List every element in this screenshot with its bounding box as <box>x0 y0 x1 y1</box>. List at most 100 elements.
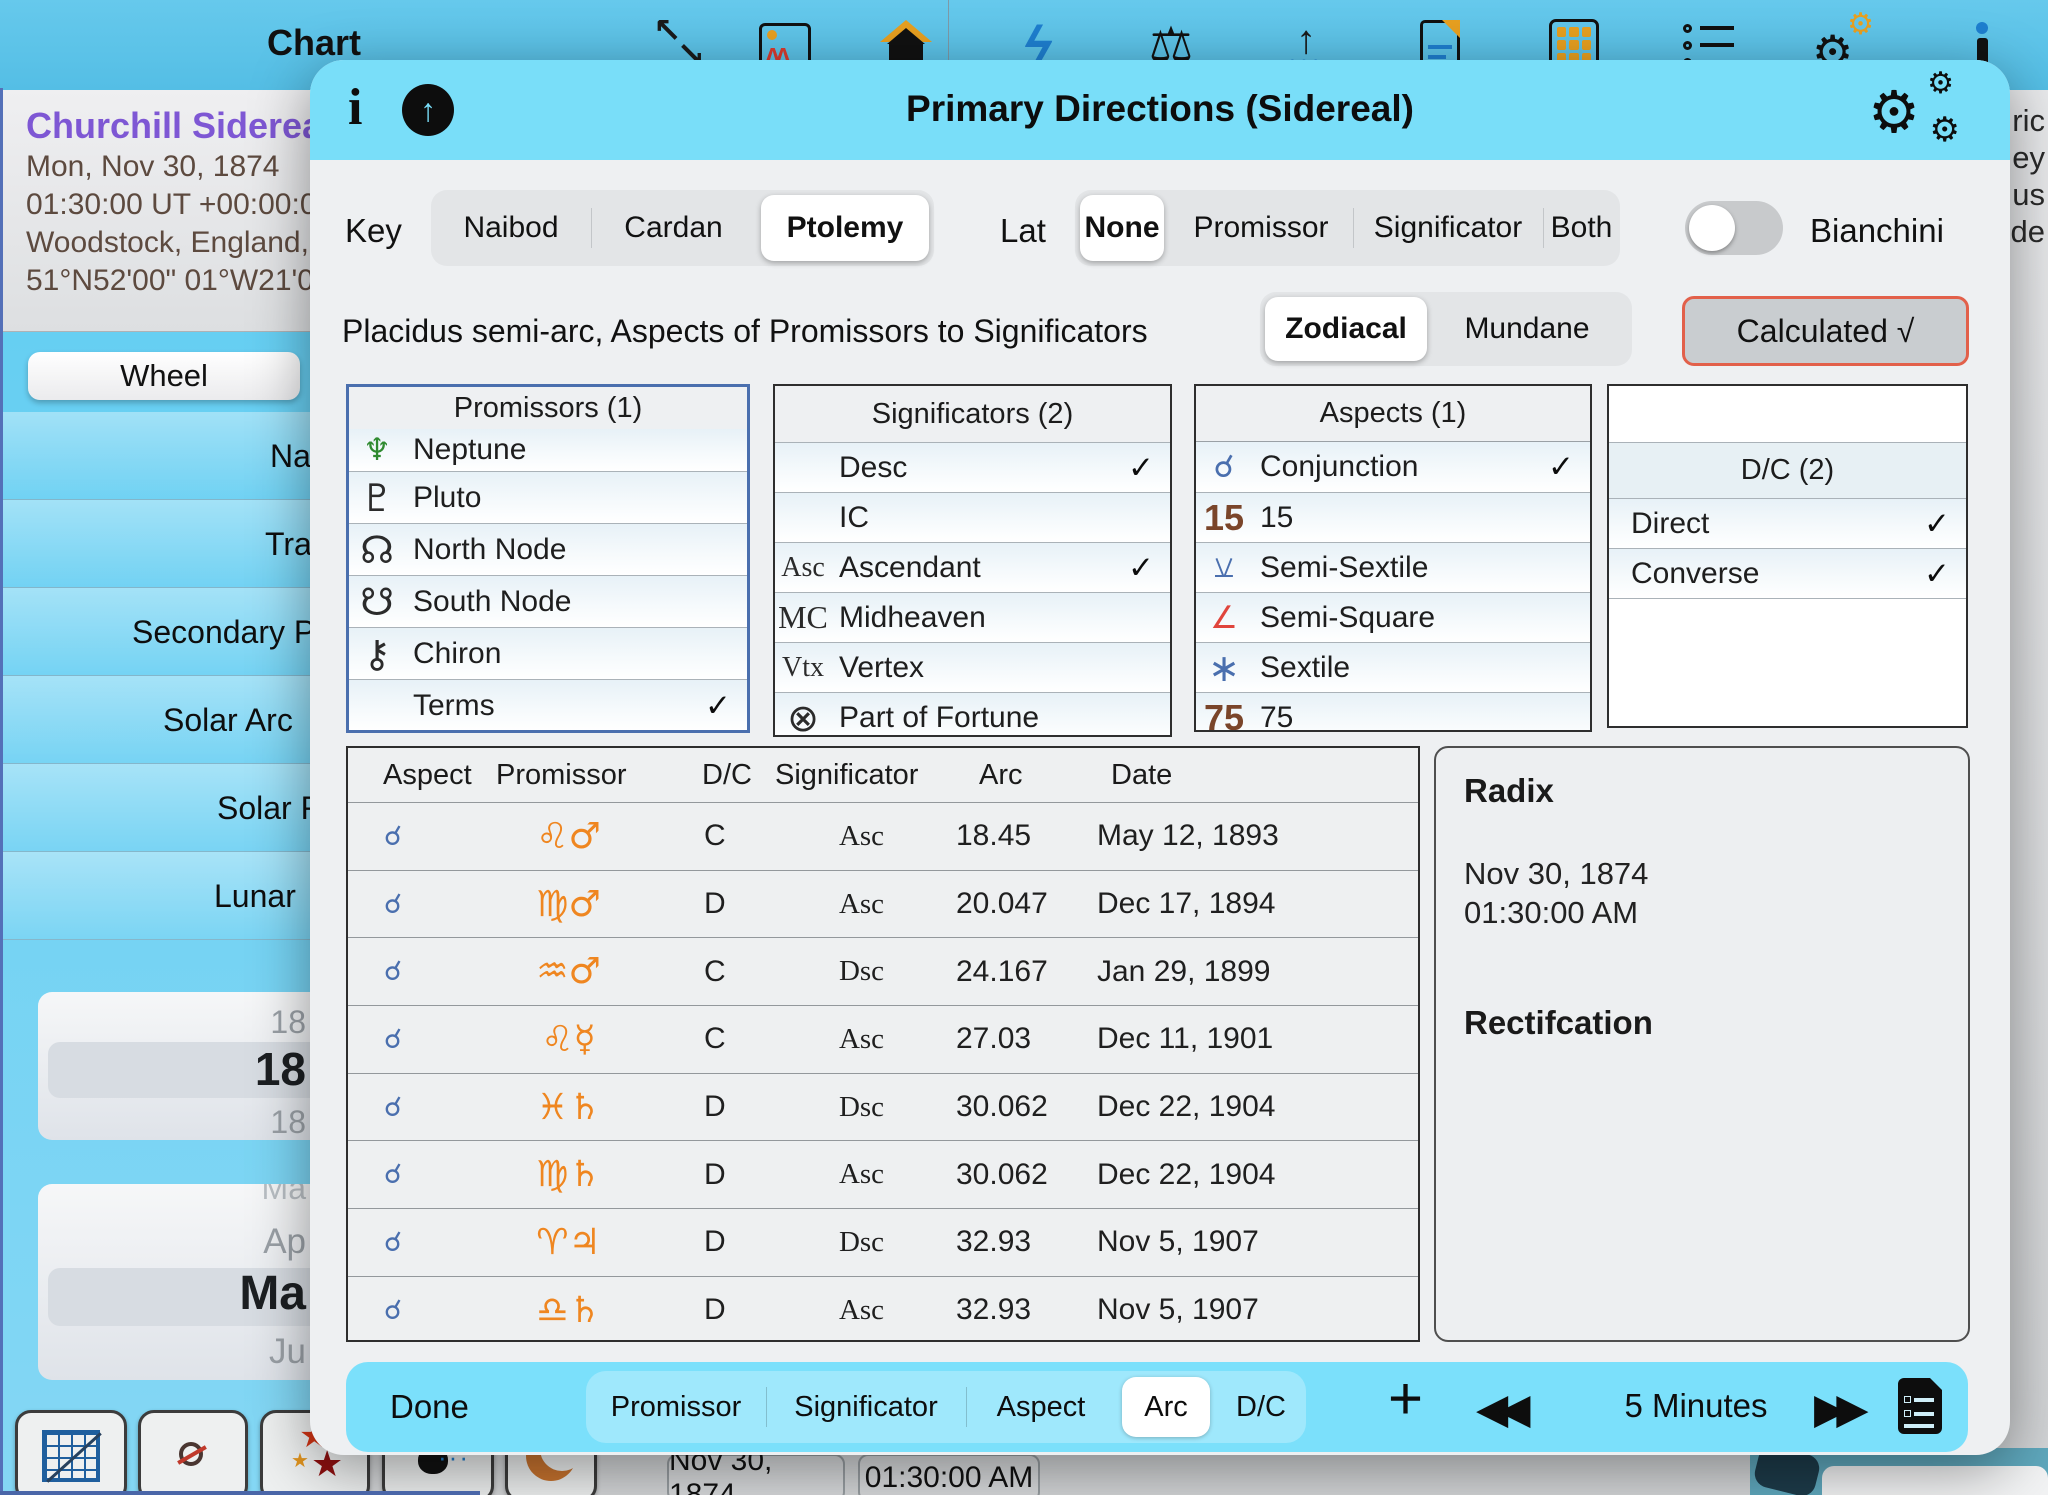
add-button[interactable]: + <box>1388 1364 1423 1433</box>
semi-square-icon: ∠ <box>1196 600 1252 636</box>
teal-panel <box>1750 1448 2048 1495</box>
aspects-panel: Aspects (1) ☌ Conjunction ✓ 15 15 ⚺ Semi… <box>1194 384 1592 732</box>
list-item-semi-square[interactable]: ∠ Semi-Square <box>1196 592 1590 642</box>
list-item-north-node[interactable]: ☊ North Node <box>349 523 747 575</box>
tab-arc[interactable]: Arc <box>1122 1377 1210 1437</box>
fragment-text: us <box>2010 176 2045 213</box>
table-header: Aspect Promissor D/C Significator Arc Da… <box>348 748 1418 802</box>
list-item-conjunction[interactable]: ☌ Conjunction ✓ <box>1196 442 1590 492</box>
rewind-button[interactable]: ◀◀ <box>1476 1384 1521 1433</box>
dialog-footer: Done Promissor Significator Aspect Arc D… <box>346 1362 1968 1452</box>
screen: Chart ↖↘ ʌʌ ϟ ⚖ ↑••• ⚙⚙ <box>0 0 2048 1495</box>
significators-title: Significators (2) <box>775 386 1170 442</box>
key-option-ptolemy[interactable]: Ptolemy <box>761 195 929 261</box>
table-row[interactable]: ☌♌☿CAsc27.03Dec 11, 1901 <box>348 1005 1418 1073</box>
promissors-title: Promissors (1) <box>349 387 747 429</box>
aspects-title: Aspects (1) <box>1196 386 1590 442</box>
fragment-text: ey <box>2010 139 2045 176</box>
network-icon <box>166 1429 220 1483</box>
table-row[interactable]: ☌♍♄DAsc30.062Dec 22, 1904 <box>348 1140 1418 1208</box>
done-button[interactable]: Done <box>390 1388 469 1426</box>
zodiacal-option[interactable]: Zodiacal <box>1265 297 1427 361</box>
fragment-text: ric <box>2010 102 2045 139</box>
list-item-midheaven[interactable]: MC Midheaven <box>775 592 1170 642</box>
bianchini-label: Bianchini <box>1810 212 1944 250</box>
list-item-chiron[interactable]: ⚷ Chiron <box>349 627 747 679</box>
lat-option-both[interactable]: Both <box>1543 190 1620 266</box>
right-panel-clipped: ric ey us de <box>2010 90 2048 1448</box>
dialog-header: i ↑ Primary Directions (Sidereal) ⚙⚙⚙ <box>310 60 2010 160</box>
gear-icon[interactable]: ⚙⚙⚙ <box>1868 76 1964 146</box>
semi-sextile-icon: ⚺ <box>1196 549 1252 586</box>
radix-panel: Radix Nov 30, 1874 01:30:00 AM Rectifcat… <box>1434 746 1970 1342</box>
list-item-south-node[interactable]: ☋ South Node <box>349 575 747 627</box>
pluto-icon: ♇ <box>349 476 405 520</box>
tab-promissor[interactable]: Promissor <box>586 1371 766 1443</box>
list-item-15[interactable]: 15 15 <box>1196 492 1590 542</box>
neptune-icon: ♆ <box>349 432 405 468</box>
list-item-sextile[interactable]: ∗ Sextile <box>1196 642 1590 692</box>
table-row[interactable]: ☌♒♂CDsc24.167Jan 29, 1899 <box>348 937 1418 1005</box>
list-item-vertex[interactable]: Vtx Vertex <box>775 642 1170 692</box>
key-option-cardan[interactable]: Cardan <box>591 190 756 266</box>
tab-aspect[interactable]: Aspect <box>966 1371 1116 1443</box>
table-row[interactable]: ☌♍♂DAsc20.047Dec 17, 1894 <box>348 870 1418 938</box>
list-item-converse[interactable]: Converse ✓ <box>1609 548 1966 598</box>
list-item-part-of-fortune[interactable]: ⊗ Part of Fortune <box>775 692 1170 737</box>
month-top: Ma <box>262 1184 306 1207</box>
lat-label: Lat <box>1000 212 1046 250</box>
sort-segmented: Promissor Significator Aspect Arc D/C <box>586 1371 1306 1443</box>
bianchini-toggle[interactable] <box>1685 201 1783 255</box>
list-item-pluto[interactable]: ♇ Pluto <box>349 471 747 523</box>
list-item-terms[interactable]: Terms ✓ <box>349 679 747 731</box>
rectification-label: Rectifcation <box>1464 1004 1940 1042</box>
mundane-option[interactable]: Mundane <box>1432 292 1622 366</box>
calculated-button[interactable]: Calculated √ <box>1682 296 1969 366</box>
grid-icon <box>42 1430 100 1482</box>
table-row[interactable]: ☌♌♂CAsc18.45May 12, 1893 <box>348 802 1418 870</box>
directions-table: Aspect Promissor D/C Significator Arc Da… <box>346 746 1420 1342</box>
list-item-75[interactable]: 75 75 <box>1196 692 1590 732</box>
conjunction-icon: ☌ <box>1196 449 1252 485</box>
zodiacal-segmented: Zodiacal Mundane <box>1260 292 1632 366</box>
list-item-ascendant[interactable]: Asc Ascendant ✓ <box>775 542 1170 592</box>
network-button[interactable] <box>138 1410 248 1495</box>
report-icon[interactable] <box>1898 1378 1942 1434</box>
list-item-semi-sextile[interactable]: ⚺ Semi-Sextile <box>1196 542 1590 592</box>
radix-date: Nov 30, 1874 <box>1464 854 1940 893</box>
key-option-naibod[interactable]: Naibod <box>431 190 591 266</box>
tab-dc[interactable]: D/C <box>1216 1371 1306 1443</box>
forward-button[interactable]: ▶▶ <box>1814 1384 1859 1433</box>
check-icon: ✓ <box>1924 556 1950 592</box>
dc-blank <box>1609 386 1966 442</box>
vtx-icon: Vtx <box>775 652 831 684</box>
list-item-desc[interactable]: Desc ✓ <box>775 442 1170 492</box>
date-field[interactable]: Nov 30, 1874 <box>667 1454 845 1495</box>
lat-option-none[interactable]: None <box>1080 195 1164 261</box>
time-field-value: 01:30:00 AM <box>865 1461 1033 1495</box>
step-label[interactable]: 5 Minutes <box>1591 1387 1801 1425</box>
list-item-direct[interactable]: Direct ✓ <box>1609 498 1966 548</box>
lat-option-promissor[interactable]: Promissor <box>1169 190 1353 266</box>
dc-title: D/C (2) <box>1609 442 1966 498</box>
tab-significator[interactable]: Significator <box>766 1371 966 1443</box>
part-of-fortune-icon: ⊗ <box>775 696 831 738</box>
table-row[interactable]: ☌♓♄DDsc30.062Dec 22, 1904 <box>348 1073 1418 1141</box>
check-icon: ✓ <box>705 688 731 724</box>
page-title: Chart <box>267 22 361 64</box>
grid-table-button[interactable] <box>15 1410 127 1495</box>
promissors-panel: Promissors (1) ♆ Neptune ♇ Pluto ☊ North… <box>346 384 750 733</box>
list-item-ic[interactable]: IC <box>775 492 1170 542</box>
table-row[interactable]: ☌♎♄DAsc32.93Nov 5, 1907 <box>348 1276 1418 1344</box>
primary-directions-dialog: i ↑ Primary Directions (Sidereal) ⚙⚙⚙ Ke… <box>310 60 2010 1455</box>
mc-icon: MC <box>775 599 831 636</box>
lat-option-significator[interactable]: Significator <box>1353 190 1543 266</box>
sextile-icon: ∗ <box>1196 646 1252 690</box>
window-bottom-border <box>0 1491 480 1495</box>
time-field[interactable]: 01:30:00 AM <box>858 1454 1040 1495</box>
wheel-button[interactable]: Wheel <box>28 352 300 400</box>
list-item-neptune[interactable]: ♆ Neptune <box>349 429 747 471</box>
table-row[interactable]: ☌♈♃DDsc32.93Nov 5, 1907 <box>348 1208 1418 1276</box>
radix-time: 01:30:00 AM <box>1464 893 1940 932</box>
key-segmented: Naibod Cardan Ptolemy <box>431 190 934 266</box>
